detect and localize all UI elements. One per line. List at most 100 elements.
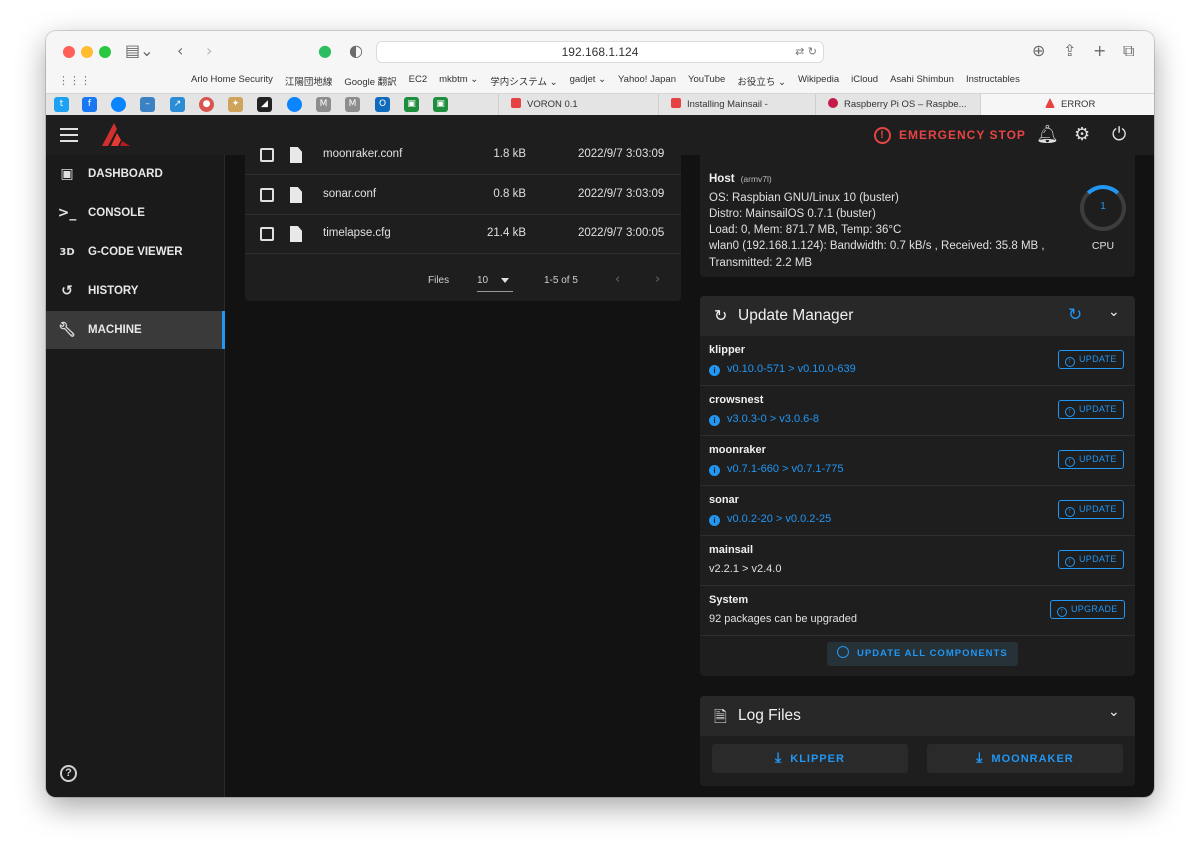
- table-row[interactable]: moonraker.conf 1.8 kB 2022/9/7 3:03:09: [245, 136, 681, 175]
- host-distro: Distro: MainsailOS 0.7.1 (buster): [709, 208, 876, 220]
- update-button[interactable]: ↑ UPDATE: [1058, 450, 1124, 469]
- notifications-bell-icon[interactable]: 🔔︎: [1036, 124, 1059, 146]
- bookmark-item[interactable]: 江陽団地線: [285, 74, 333, 88]
- table-row[interactable]: timelapse.cfg 21.4 kB 2022/9/7 3:00:05: [245, 215, 681, 254]
- back-icon[interactable]: ‹: [177, 41, 183, 61]
- row-checkbox[interactable]: [260, 227, 274, 241]
- tab-raspberry-pi-os[interactable]: Raspberry Pi OS – Raspbe...: [815, 94, 980, 116]
- privacy-shield-icon[interactable]: ◐: [349, 41, 363, 61]
- next-page-icon[interactable]: ›: [655, 272, 660, 287]
- component-version[interactable]: i v0.7.1-660 > v0.7.1-775: [709, 463, 844, 476]
- bookmark-item[interactable]: お役立ち ⌄: [737, 74, 786, 88]
- sidebar-item-history[interactable]: ↺ HISTORY: [46, 272, 225, 310]
- file-size: 1.8 kB: [493, 148, 526, 160]
- host-arch: (armv7l): [740, 174, 772, 184]
- pinned-tab-classroom-icon[interactable]: ▣: [404, 97, 419, 112]
- help-icon[interactable]: ?: [60, 765, 77, 782]
- download-klipper-log-button[interactable]: ⤓ KLIPPER: [712, 744, 908, 773]
- info-icon: i: [709, 515, 720, 526]
- sidebar-item-machine[interactable]: 🔧︎ MACHINE: [46, 311, 225, 349]
- update-button[interactable]: ↑ UPDATE: [1058, 350, 1124, 369]
- refresh-icon[interactable]: ↻: [1068, 305, 1082, 325]
- table-row[interactable]: sonar.conf 0.8 kB 2022/9/7 3:03:09: [245, 176, 681, 215]
- pinned-tab-reddit-icon[interactable]: ●: [199, 97, 214, 112]
- bookmark-item[interactable]: Instructables: [966, 74, 1020, 88]
- update-circle-icon: ↑: [1065, 407, 1075, 417]
- forward-icon[interactable]: ›: [206, 41, 212, 61]
- pinned-tab-messenger-icon[interactable]: [111, 97, 126, 112]
- pinned-tab-twitter-icon[interactable]: t: [54, 97, 69, 112]
- tab-installing-mainsail[interactable]: Installing Mainsail -: [658, 94, 807, 116]
- pinned-tab-classroom-2-icon[interactable]: ▣: [433, 97, 448, 112]
- update-row-sonar: sonar i v0.0.2-20 > v0.0.2-25 ↑ UPDATE: [700, 486, 1135, 536]
- update-circle-icon: ↑: [1057, 607, 1067, 617]
- upgrade-button[interactable]: ↑ UPGRADE: [1050, 600, 1125, 619]
- bookmark-item[interactable]: 学内システム ⌄: [490, 74, 557, 88]
- bookmark-item[interactable]: mkbtm ⌄: [439, 74, 478, 88]
- chevron-down-icon[interactable]: ⌄: [1108, 704, 1120, 720]
- update-button[interactable]: ↑ UPDATE: [1058, 500, 1124, 519]
- bookmark-item[interactable]: iCloud: [851, 74, 878, 88]
- sidebar-item-console[interactable]: >_ CONSOLE: [46, 194, 225, 232]
- bookmark-item[interactable]: Yahoo! Japan: [618, 74, 676, 88]
- pinned-tab-bird-icon[interactable]: ✦: [228, 97, 243, 112]
- pinned-tab-chart-icon[interactable]: ↗: [170, 97, 185, 112]
- bookmark-item[interactable]: YouTube: [688, 74, 725, 88]
- evernote-extension-icon[interactable]: ●: [318, 41, 332, 61]
- tab-voron[interactable]: VORON 0.1: [498, 94, 658, 116]
- component-version[interactable]: i v3.0.3-0 > v3.0.6-8: [709, 413, 819, 426]
- rows-per-page-select[interactable]: 10: [477, 275, 513, 292]
- bookmark-item[interactable]: Google 翻訳: [344, 74, 396, 88]
- file-name[interactable]: timelapse.cfg: [323, 227, 391, 239]
- pinned-tab-facebook-icon[interactable]: f: [82, 97, 97, 112]
- voron-favicon-icon: [511, 98, 521, 108]
- sidebar-item-dashboard[interactable]: ▣ DASHBOARD: [46, 155, 225, 193]
- emergency-stop-button[interactable]: ! EMERGENCY STOP: [874, 124, 1026, 146]
- bookmark-item[interactable]: Asahi Shimbun: [890, 74, 954, 88]
- monitor-dashboard-icon: ▣: [60, 166, 74, 182]
- menu-icon[interactable]: [60, 124, 78, 144]
- prev-page-icon[interactable]: ‹: [615, 272, 620, 287]
- pinned-tab-link-icon[interactable]: –: [140, 97, 155, 112]
- row-checkbox[interactable]: [260, 148, 274, 162]
- host-os: OS: Raspbian GNU/Linux 10 (buster): [709, 192, 899, 204]
- sidebar-toggle-icon[interactable]: ▤⌄: [125, 41, 154, 61]
- update-button[interactable]: ↑ UPDATE: [1058, 400, 1124, 419]
- update-row-moonraker: moonraker i v0.7.1-660 > v0.7.1-775 ↑ UPDA…: [700, 436, 1135, 486]
- bookmark-item[interactable]: gadjet ⌄: [570, 74, 606, 88]
- pinned-tab-outlook-icon[interactable]: O: [375, 97, 390, 112]
- bookmark-item[interactable]: Arlo Home Security: [191, 74, 273, 88]
- tab-overview-icon[interactable]: ⧉: [1123, 41, 1134, 61]
- file-name[interactable]: sonar.conf: [323, 188, 376, 200]
- share-icon[interactable]: ⇪: [1063, 41, 1076, 61]
- pinned-tab-logo-icon[interactable]: ◢: [257, 97, 272, 112]
- sidebar-item-gcode-viewer[interactable]: 3D G-CODE VIEWER: [46, 233, 225, 271]
- translate-reload-icon[interactable]: ⇄ ↻: [795, 42, 817, 62]
- update-circle-icon: ↑: [1065, 557, 1075, 567]
- new-tab-icon[interactable]: +: [1093, 41, 1106, 61]
- download-moonraker-log-button[interactable]: ⤓ MOONRAKER: [927, 744, 1123, 773]
- pinned-tab-messenger-2-icon[interactable]: [287, 97, 302, 112]
- page-range: 1-5 of 5: [544, 275, 578, 286]
- dropdown-caret-icon: [501, 278, 509, 283]
- file-name[interactable]: moonraker.conf: [323, 148, 402, 160]
- settings-cogs-icon[interactable]: ⚙: [1074, 124, 1090, 146]
- component-version[interactable]: i v0.0.2-20 > v0.0.2-25: [709, 513, 831, 526]
- update-all-components-button[interactable]: UPDATE ALL COMPONENTS: [827, 642, 1018, 666]
- close-window-button[interactable]: [63, 46, 75, 58]
- row-checkbox[interactable]: [260, 188, 274, 202]
- pinned-tab-m-2-icon[interactable]: M: [345, 97, 360, 112]
- minimize-window-button[interactable]: [81, 46, 93, 58]
- downloads-icon[interactable]: ⊕: [1032, 41, 1045, 61]
- power-icon[interactable]: ⏻: [1112, 124, 1126, 146]
- zoom-window-button[interactable]: [99, 46, 111, 58]
- component-version[interactable]: i v0.10.0-571 > v0.10.0-639: [709, 363, 856, 376]
- address-bar[interactable]: 192.168.1.124 ⇄ ↻: [376, 41, 824, 63]
- tab-error[interactable]: ERROR: [980, 94, 1154, 116]
- pinned-tab-m-icon[interactable]: M: [316, 97, 331, 112]
- bookmark-item[interactable]: EC2: [409, 74, 427, 88]
- update-button[interactable]: ↑ UPDATE: [1058, 550, 1124, 569]
- apps-grid-icon[interactable]: ⋮⋮⋮: [58, 74, 91, 87]
- bookmark-item[interactable]: Wikipedia: [798, 74, 839, 88]
- chevron-down-icon[interactable]: ⌄: [1108, 304, 1120, 320]
